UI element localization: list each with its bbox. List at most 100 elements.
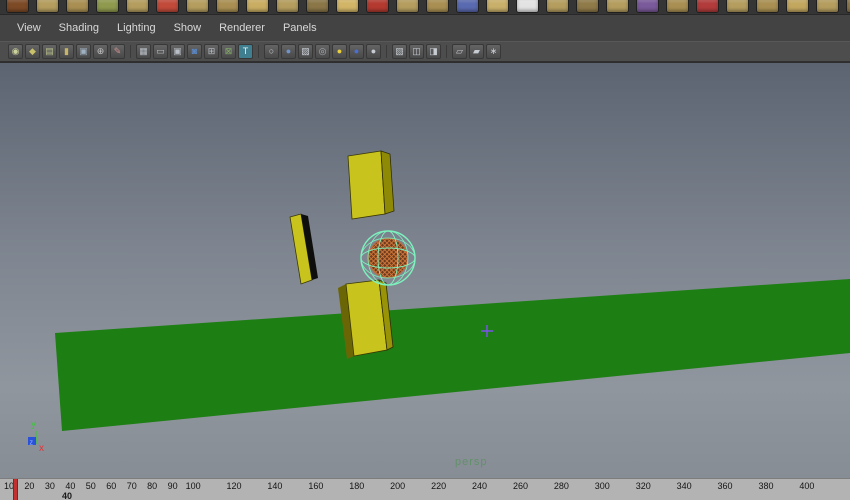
- time-slider-ticks: 10 20 30 40 50 60 70 80 90 100 120 140 160 180 200 220 2…: [0, 479, 850, 500]
- shelf-icon[interactable]: [816, 0, 839, 13]
- current-time-marker[interactable]: [13, 479, 19, 500]
- shelf-icon[interactable]: [366, 0, 389, 13]
- shelf-icon[interactable]: [666, 0, 689, 13]
- shelf-icon[interactable]: [576, 0, 599, 13]
- shelf-icon[interactable]: [546, 0, 569, 13]
- menu-view[interactable]: View: [8, 18, 50, 38]
- frame-tick: 30: [44, 481, 55, 491]
- resolution-gate-icon[interactable]: ▣: [170, 44, 185, 59]
- yellow-box-top[interactable]: [347, 150, 395, 220]
- safe-action-icon[interactable]: ⊠: [221, 44, 236, 59]
- ambient-occlusion-icon[interactable]: ●: [366, 44, 381, 59]
- shelf-icon[interactable]: [336, 0, 359, 13]
- shelf-icon[interactable]: [396, 0, 419, 13]
- camera-attributes-icon[interactable]: ▤: [42, 44, 57, 59]
- frame-tick: 200: [390, 481, 406, 491]
- xray-icon[interactable]: ◫: [409, 44, 424, 59]
- shelf-icon[interactable]: [126, 0, 149, 13]
- shelf-icon[interactable]: [66, 0, 89, 13]
- grease-pencil-icon[interactable]: ✎: [110, 44, 125, 59]
- menu-panels[interactable]: Panels: [274, 18, 326, 38]
- nurbs-sphere[interactable]: [360, 230, 416, 286]
- frame-tick: 180: [349, 481, 365, 491]
- shelf-icon[interactable]: [276, 0, 299, 13]
- grease-pencil-icon-glyph: ✎: [113, 46, 122, 56]
- xray-joints-icon-glyph: ◨: [429, 46, 438, 56]
- shelf-icon[interactable]: [786, 0, 809, 13]
- shelf-icon[interactable]: [36, 0, 59, 13]
- frame-tick: 60: [106, 481, 117, 491]
- shelf-icon[interactable]: [606, 0, 629, 13]
- smooth-shade-icon[interactable]: ●: [281, 44, 296, 59]
- image-plane-icon-glyph: ▣: [79, 46, 88, 56]
- snapshot-a-icon[interactable]: ▱: [452, 44, 467, 59]
- shelf-icon[interactable]: [426, 0, 449, 13]
- shelf-icon[interactable]: [486, 0, 509, 13]
- frame-tick: 300: [594, 481, 610, 491]
- shelf-icon[interactable]: [726, 0, 749, 13]
- time-slider[interactable]: 10 20 30 40 50 60 70 80 90 100 120 140 160 180 200 220 2…: [0, 478, 850, 500]
- frame-tick: 90: [167, 481, 178, 491]
- shelf-icon[interactable]: [846, 0, 850, 13]
- field-chart-icon[interactable]: ⊞: [204, 44, 219, 59]
- shelf-icon[interactable]: [456, 0, 479, 13]
- toolbar-separator: [258, 45, 259, 58]
- frame-tick: 260: [512, 481, 528, 491]
- yellow-box-thin[interactable]: [289, 213, 318, 285]
- wireframe-icon[interactable]: ○: [264, 44, 279, 59]
- snapshot-b-icon[interactable]: ▰: [469, 44, 484, 59]
- shadows-icon[interactable]: ●: [349, 44, 364, 59]
- textured-icon[interactable]: ▨: [298, 44, 313, 59]
- grid-icon[interactable]: ▦: [136, 44, 151, 59]
- xray-icon-glyph: ◫: [412, 46, 421, 56]
- shelf-icon[interactable]: [96, 0, 119, 13]
- menu-show[interactable]: Show: [165, 18, 211, 38]
- gate-mask-icon[interactable]: ◙: [187, 44, 202, 59]
- frame-tick: 160: [308, 481, 324, 491]
- menu-renderer[interactable]: Renderer: [210, 18, 274, 38]
- shelf-icon[interactable]: [156, 0, 179, 13]
- xray-joints-icon[interactable]: ◨: [426, 44, 441, 59]
- default-material-icon[interactable]: ◎: [315, 44, 330, 59]
- frame-tick: 80: [147, 481, 158, 491]
- scene-svg[interactable]: y z x persp: [0, 63, 850, 479]
- frame-tick: 380: [758, 481, 774, 491]
- share-icon[interactable]: ∗: [486, 44, 501, 59]
- shelf-icon[interactable]: [636, 0, 659, 13]
- menu-shading[interactable]: Shading: [50, 18, 108, 38]
- lock-camera-icon[interactable]: ◆: [25, 44, 40, 59]
- toolbar-separator: [446, 45, 447, 58]
- view-axis: y z x: [28, 419, 44, 454]
- shelf-icon[interactable]: [516, 0, 539, 13]
- bookmark-icon[interactable]: ▮: [59, 44, 74, 59]
- shelf-icon[interactable]: [186, 0, 209, 13]
- select-camera-icon[interactable]: ◉: [8, 44, 23, 59]
- frame-tick: 400: [799, 481, 815, 491]
- axis-y-label: y: [31, 419, 36, 430]
- field-chart-icon-glyph: ⊞: [207, 46, 216, 56]
- shelf-icon[interactable]: [756, 0, 779, 13]
- lock-camera-icon-glyph: ◆: [29, 46, 36, 56]
- ground-plane[interactable]: [55, 279, 850, 431]
- viewport-canvas[interactable]: y z x persp: [0, 62, 850, 478]
- safe-title-icon[interactable]: T: [238, 44, 253, 59]
- image-plane-icon[interactable]: ▣: [76, 44, 91, 59]
- isolate-select-icon[interactable]: ▧: [392, 44, 407, 59]
- shelf-icon[interactable]: [216, 0, 239, 13]
- menu-lighting[interactable]: Lighting: [108, 18, 165, 38]
- frame-tick: 40: [65, 481, 76, 491]
- axis-x-label: x: [39, 443, 44, 454]
- frame-tick: 240: [472, 481, 488, 491]
- shelf-icon[interactable]: [306, 0, 329, 13]
- frame-tick: 280: [553, 481, 569, 491]
- shelf-icon[interactable]: [6, 0, 29, 13]
- shelf-icon[interactable]: [246, 0, 269, 13]
- use-all-lights-icon[interactable]: ●: [332, 44, 347, 59]
- yellow-box-bottom[interactable]: [338, 279, 394, 359]
- film-gate-icon[interactable]: ▭: [153, 44, 168, 59]
- smooth-shade-icon-glyph: ●: [285, 46, 292, 56]
- pan-zoom-icon[interactable]: ⊕: [93, 44, 108, 59]
- frame-tick: 120: [226, 481, 242, 491]
- frame-tick: 70: [126, 481, 137, 491]
- shelf-icon[interactable]: [696, 0, 719, 13]
